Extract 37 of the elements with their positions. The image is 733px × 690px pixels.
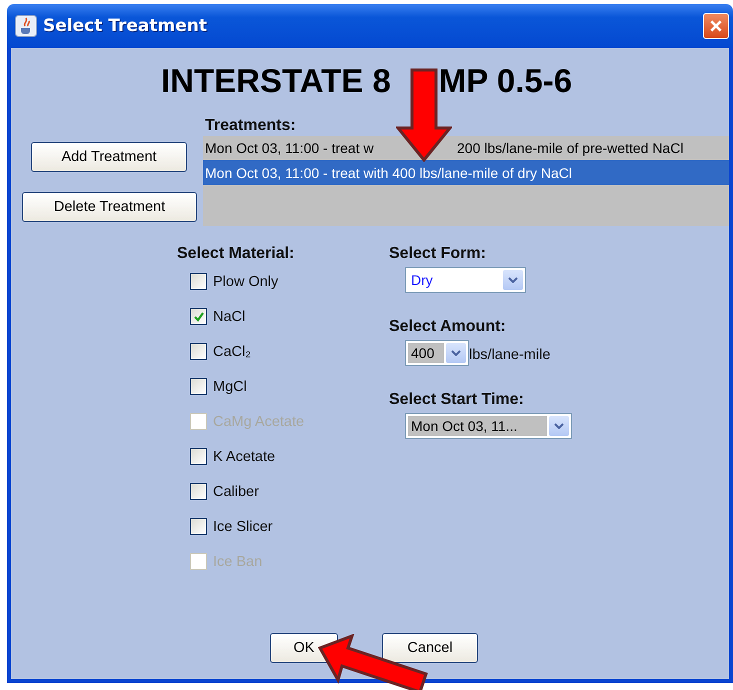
unit-label: lbs/lane-mile: [469, 346, 550, 365]
chevron-down-icon: [508, 277, 518, 283]
material-option[interactable]: Ice Slicer: [213, 518, 273, 534]
close-icon: [709, 19, 723, 33]
material-option[interactable]: CaCl₂: [213, 344, 251, 360]
checkbox[interactable]: [190, 518, 207, 535]
material-label: Select Material:: [177, 244, 296, 264]
chevron-down-icon: [451, 350, 461, 356]
dialog-button[interactable]: Cancel: [382, 633, 478, 663]
checkbox[interactable]: [190, 483, 207, 500]
material-option[interactable]: K Acetate: [213, 448, 276, 464]
amount-dropdown[interactable]: 400: [405, 340, 469, 366]
checkbox[interactable]: [190, 343, 207, 360]
close-button[interactable]: [703, 13, 729, 39]
checkbox[interactable]: [190, 378, 207, 395]
treatments-label: Treatments:: [205, 116, 297, 136]
start-time-label: Select Start Time:: [389, 390, 525, 410]
checkbox[interactable]: [190, 308, 207, 325]
form-label: Select Form:: [389, 244, 487, 264]
treatment-button[interactable]: Add Treatment: [31, 142, 187, 172]
chevron-down-icon: [554, 423, 564, 429]
route-heading: MP 0.5-6: [438, 62, 572, 98]
start-time-dropdown[interactable]: Mon Oct 03, 11...: [405, 413, 572, 439]
window-title: Select Treatment: [43, 16, 208, 36]
treatment-item[interactable]: Mon Oct 03, 11:00 - treat with 400 lbs/lane-mile of dry NaCl: [203, 160, 729, 185]
material-option[interactable]: MgCl: [213, 378, 247, 394]
route-heading: INTERSTATE 8: [161, 62, 391, 98]
material-option[interactable]: Caliber: [213, 484, 259, 500]
material-option[interactable]: NaCl: [213, 308, 246, 324]
checkbox[interactable]: [190, 273, 207, 290]
treatment-item[interactable]: Mon Oct 03, 11:00 - treat w 200 lbs/lane-mile of pre-wetted NaCl: [203, 136, 729, 160]
checkbox[interactable]: [190, 448, 207, 465]
form-dropdown[interactable]: Dry: [405, 267, 526, 293]
material-option[interactable]: Plow Only: [213, 274, 278, 290]
amount-label: Select Amount:: [389, 317, 507, 337]
cup-icon: [15, 15, 37, 37]
treatment-button[interactable]: Delete Treatment: [22, 192, 197, 222]
